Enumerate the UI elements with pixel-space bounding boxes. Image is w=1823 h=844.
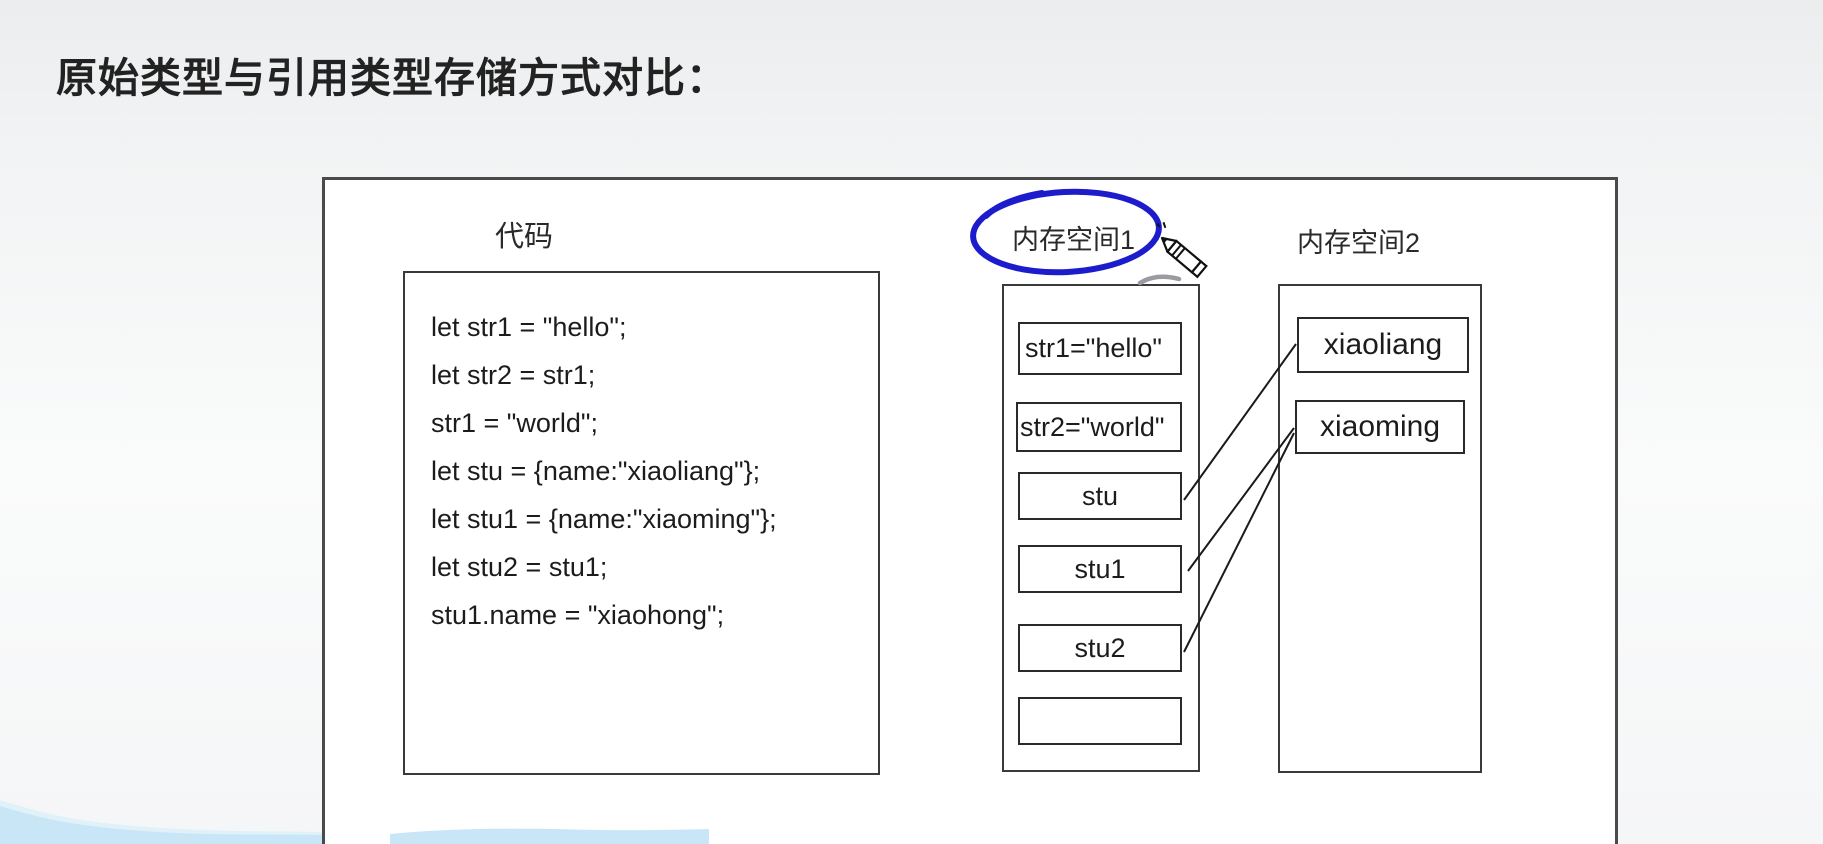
memory1-cell-str1: str1="hello" <box>1018 322 1182 375</box>
code-line: let stu1 = {name:"xiaoming"}; <box>431 495 878 543</box>
page-title: 原始类型与引用类型存储方式对比： <box>56 44 728 104</box>
code-line: str1 = "world"; <box>431 399 878 447</box>
memory1-cell-empty <box>1018 697 1182 745</box>
memory1-panel-label: 内存空间1 <box>1012 218 1135 257</box>
code-line: stu1.name = "xiaohong"; <box>431 591 878 639</box>
code-line: let stu = {name:"xiaoliang"}; <box>431 447 878 495</box>
code-line: let stu2 = stu1; <box>431 543 878 591</box>
code-panel: let str1 = "hello"; let str2 = str1; str… <box>403 271 880 775</box>
memory1-cell-stu: stu <box>1018 472 1182 520</box>
memory2-cell-xiaoliang: xiaoliang <box>1297 317 1469 373</box>
code-panel-label: 代码 <box>495 213 553 255</box>
code-line: let str2 = str1; <box>431 351 878 399</box>
code-line: let str1 = "hello"; <box>431 303 878 351</box>
memory2-panel-label: 内存空间2 <box>1297 221 1420 260</box>
memory1-cell-stu1: stu1 <box>1018 545 1182 593</box>
memory1-cell-stu2: stu2 <box>1018 624 1182 672</box>
memory1-cell-str2: str2="world" <box>1016 402 1182 452</box>
slide: 原始类型与引用类型存储方式对比： 代码 let str1 = "hello"; … <box>0 0 1823 844</box>
memory2-cell-xiaoming: xiaoming <box>1295 400 1465 454</box>
